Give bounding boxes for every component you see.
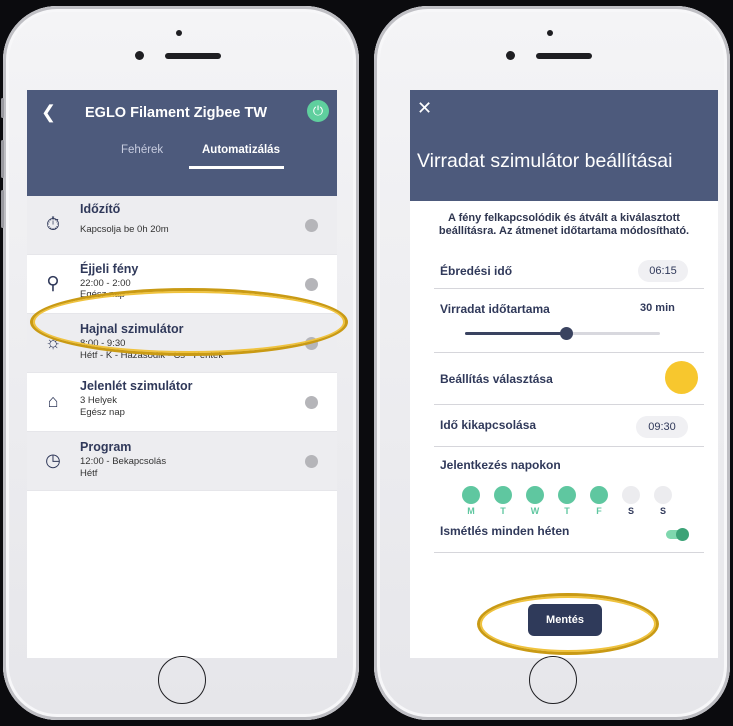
- mute-switch: [1, 98, 4, 118]
- item-title: Jelenlét szimulátor: [80, 379, 193, 393]
- proximity-sensor: [176, 30, 182, 36]
- item-title: Éjjeli fény: [80, 262, 139, 276]
- divider: [434, 404, 704, 405]
- day-letter: F: [596, 506, 602, 516]
- day-letter: S: [627, 506, 634, 516]
- day-letter: W: [530, 506, 540, 516]
- setting-label: Beállítás választása: [440, 372, 553, 386]
- earpiece-speaker: [165, 53, 221, 59]
- day-0-toggle[interactable]: M: [462, 486, 480, 516]
- front-camera: [135, 51, 144, 60]
- divider: [434, 352, 704, 353]
- clock-icon: ◷: [45, 450, 61, 470]
- item-title: Program: [80, 440, 132, 454]
- divider: [434, 446, 704, 447]
- page-title: Virradat szimulátor beállításai: [417, 150, 673, 172]
- day-indicator: [558, 486, 576, 504]
- timer-toggle[interactable]: [305, 219, 318, 232]
- tab-automatizalas[interactable]: Automatizálás: [202, 144, 280, 156]
- power-icon[interactable]: ⏻: [307, 100, 329, 122]
- front-camera: [506, 51, 515, 60]
- close-icon[interactable]: ✕: [417, 98, 432, 119]
- home-button[interactable]: [158, 656, 206, 704]
- repeat-label: Ismétlés minden héten: [440, 524, 570, 538]
- day-3-toggle[interactable]: T: [558, 486, 576, 516]
- days-label: Jelentkezés napokon: [440, 458, 561, 472]
- presence-toggle[interactable]: [305, 396, 318, 409]
- item-time: 12:00 - Bekapcsolás: [80, 456, 167, 467]
- list-item-presence-simulator[interactable]: ⌂ Jelenlét szimulátor 3 Helyek Egész nap: [27, 373, 337, 432]
- list-item-timer[interactable]: ⏱ Időzítő Kapcsolja be 0h 20m: [27, 196, 337, 255]
- day-6-toggle[interactable]: S: [654, 486, 672, 516]
- back-arrow-icon[interactable]: ❮: [41, 102, 56, 123]
- day-letter: S: [659, 506, 666, 516]
- day-letter: T: [564, 506, 570, 516]
- list-item-program[interactable]: ◷ Program 12:00 - Bekapcsolás Hétf: [27, 432, 337, 491]
- intro-line: beállításra. Az átmenet időtartama módos…: [438, 225, 690, 237]
- day-indicator: [622, 486, 640, 504]
- divider: [434, 552, 704, 553]
- wake-time-label: Ébredési idő: [440, 264, 513, 278]
- day-indicator: [590, 486, 608, 504]
- day-1-toggle[interactable]: T: [494, 486, 512, 516]
- day-indicator: [654, 486, 672, 504]
- item-detail: Hétf: [80, 468, 98, 479]
- off-time-field[interactable]: 09:30: [636, 416, 688, 438]
- duration-value: 30 min: [640, 302, 675, 314]
- phone-frame-left: ❮ EGLO Filament Zigbee TW ⏻ Fehérek Auto…: [1, 6, 359, 720]
- day-2-toggle[interactable]: W: [526, 486, 544, 516]
- wake-time-field[interactable]: 06:15: [638, 260, 688, 282]
- earpiece-speaker: [536, 53, 592, 59]
- day-letter: M: [467, 506, 475, 516]
- day-indicator: [526, 486, 544, 504]
- item-time: 22:00 - 2:00: [80, 278, 131, 289]
- day-letter: T: [500, 506, 506, 516]
- duration-slider[interactable]: [465, 327, 660, 340]
- day-indicator: [462, 486, 480, 504]
- volume-up-button: [1, 140, 4, 178]
- intro-line: A fény felkapcsolódik és átvált a kivála…: [448, 212, 680, 224]
- active-tab-indicator: [189, 166, 284, 169]
- home-button[interactable]: [529, 656, 577, 704]
- highlight-annotation: [477, 593, 659, 655]
- item-detail: Kapcsolja be 0h 20m: [80, 224, 169, 235]
- modal-header: ✕ Virradat szimulátor beállításai: [410, 90, 718, 201]
- proximity-sensor: [547, 30, 553, 36]
- day-5-toggle[interactable]: S: [622, 486, 640, 516]
- timer-icon: ⏱: [45, 214, 61, 234]
- highlight-annotation: [30, 288, 348, 356]
- divider: [434, 288, 704, 289]
- item-detail: 3 Helyek: [80, 395, 117, 406]
- day-indicator: [494, 486, 512, 504]
- item-detail: Egész nap: [80, 407, 125, 418]
- night-light-icon: ⚲: [46, 273, 60, 293]
- device-title: EGLO Filament Zigbee TW: [85, 105, 268, 121]
- automation-screen: ❮ EGLO Filament Zigbee TW ⏻ Fehérek Auto…: [27, 90, 337, 658]
- repeat-weekly-toggle[interactable]: [666, 528, 689, 541]
- app-header: ❮ EGLO Filament Zigbee TW ⏻ Fehérek Auto…: [27, 90, 337, 196]
- night-light-toggle[interactable]: [305, 278, 318, 291]
- house-icon: ⌂: [47, 391, 59, 411]
- off-time-label: Idő kikapcsolása: [440, 418, 537, 432]
- item-title: Időzítő: [80, 202, 121, 216]
- slider-fill: [465, 332, 567, 335]
- color-preset-swatch[interactable]: [665, 361, 698, 394]
- volume-down-button: [1, 190, 4, 228]
- intro-text: A fény felkapcsolódik és átvált a kivála…: [410, 212, 718, 238]
- program-toggle[interactable]: [305, 455, 318, 468]
- tab-feherek[interactable]: Fehérek: [121, 144, 163, 156]
- day-4-toggle[interactable]: F: [590, 486, 608, 516]
- duration-label: Virradat időtartama: [440, 302, 550, 316]
